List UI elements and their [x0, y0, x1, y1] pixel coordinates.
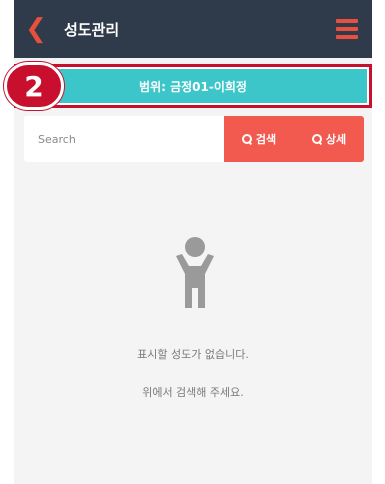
scope-bar[interactable]: 범위: 금정01-이희정: [19, 69, 367, 103]
person-raised-arms-icon: [176, 237, 214, 308]
search-icon: [241, 134, 252, 144]
step-number-badge: 2: [4, 62, 64, 110]
empty-message-line2: 위에서 검색해 주세요.: [142, 386, 244, 399]
scope-highlight-frame: 범위: 금정01-이희정: [14, 64, 372, 108]
search-button-label: 검색: [255, 133, 277, 146]
search-button[interactable]: 검색: [224, 116, 294, 162]
detail-search-button[interactable]: 상세: [294, 116, 364, 162]
search-row: 검색 상세: [24, 116, 364, 162]
search-button-group: 검색 상세: [224, 116, 364, 162]
back-button[interactable]: ❮: [14, 0, 58, 58]
menu-button[interactable]: [322, 0, 372, 58]
page-title: 성도관리: [64, 20, 120, 39]
hamburger-menu-icon: [336, 19, 358, 23]
empty-message-line1: 표시할 성도가 없습니다.: [137, 348, 249, 361]
top-header: ❮ 성도관리: [14, 0, 372, 58]
search-icon: [311, 134, 322, 144]
app-screen: ❮ 성도관리 범위: 금정01-이희정 검색 상세 표시할: [14, 0, 372, 484]
detail-button-label: 상세: [325, 133, 347, 146]
scope-label: 범위: 금정01-이희정: [139, 79, 247, 94]
chevron-left-icon: ❮: [25, 14, 47, 44]
search-input[interactable]: [24, 116, 224, 162]
